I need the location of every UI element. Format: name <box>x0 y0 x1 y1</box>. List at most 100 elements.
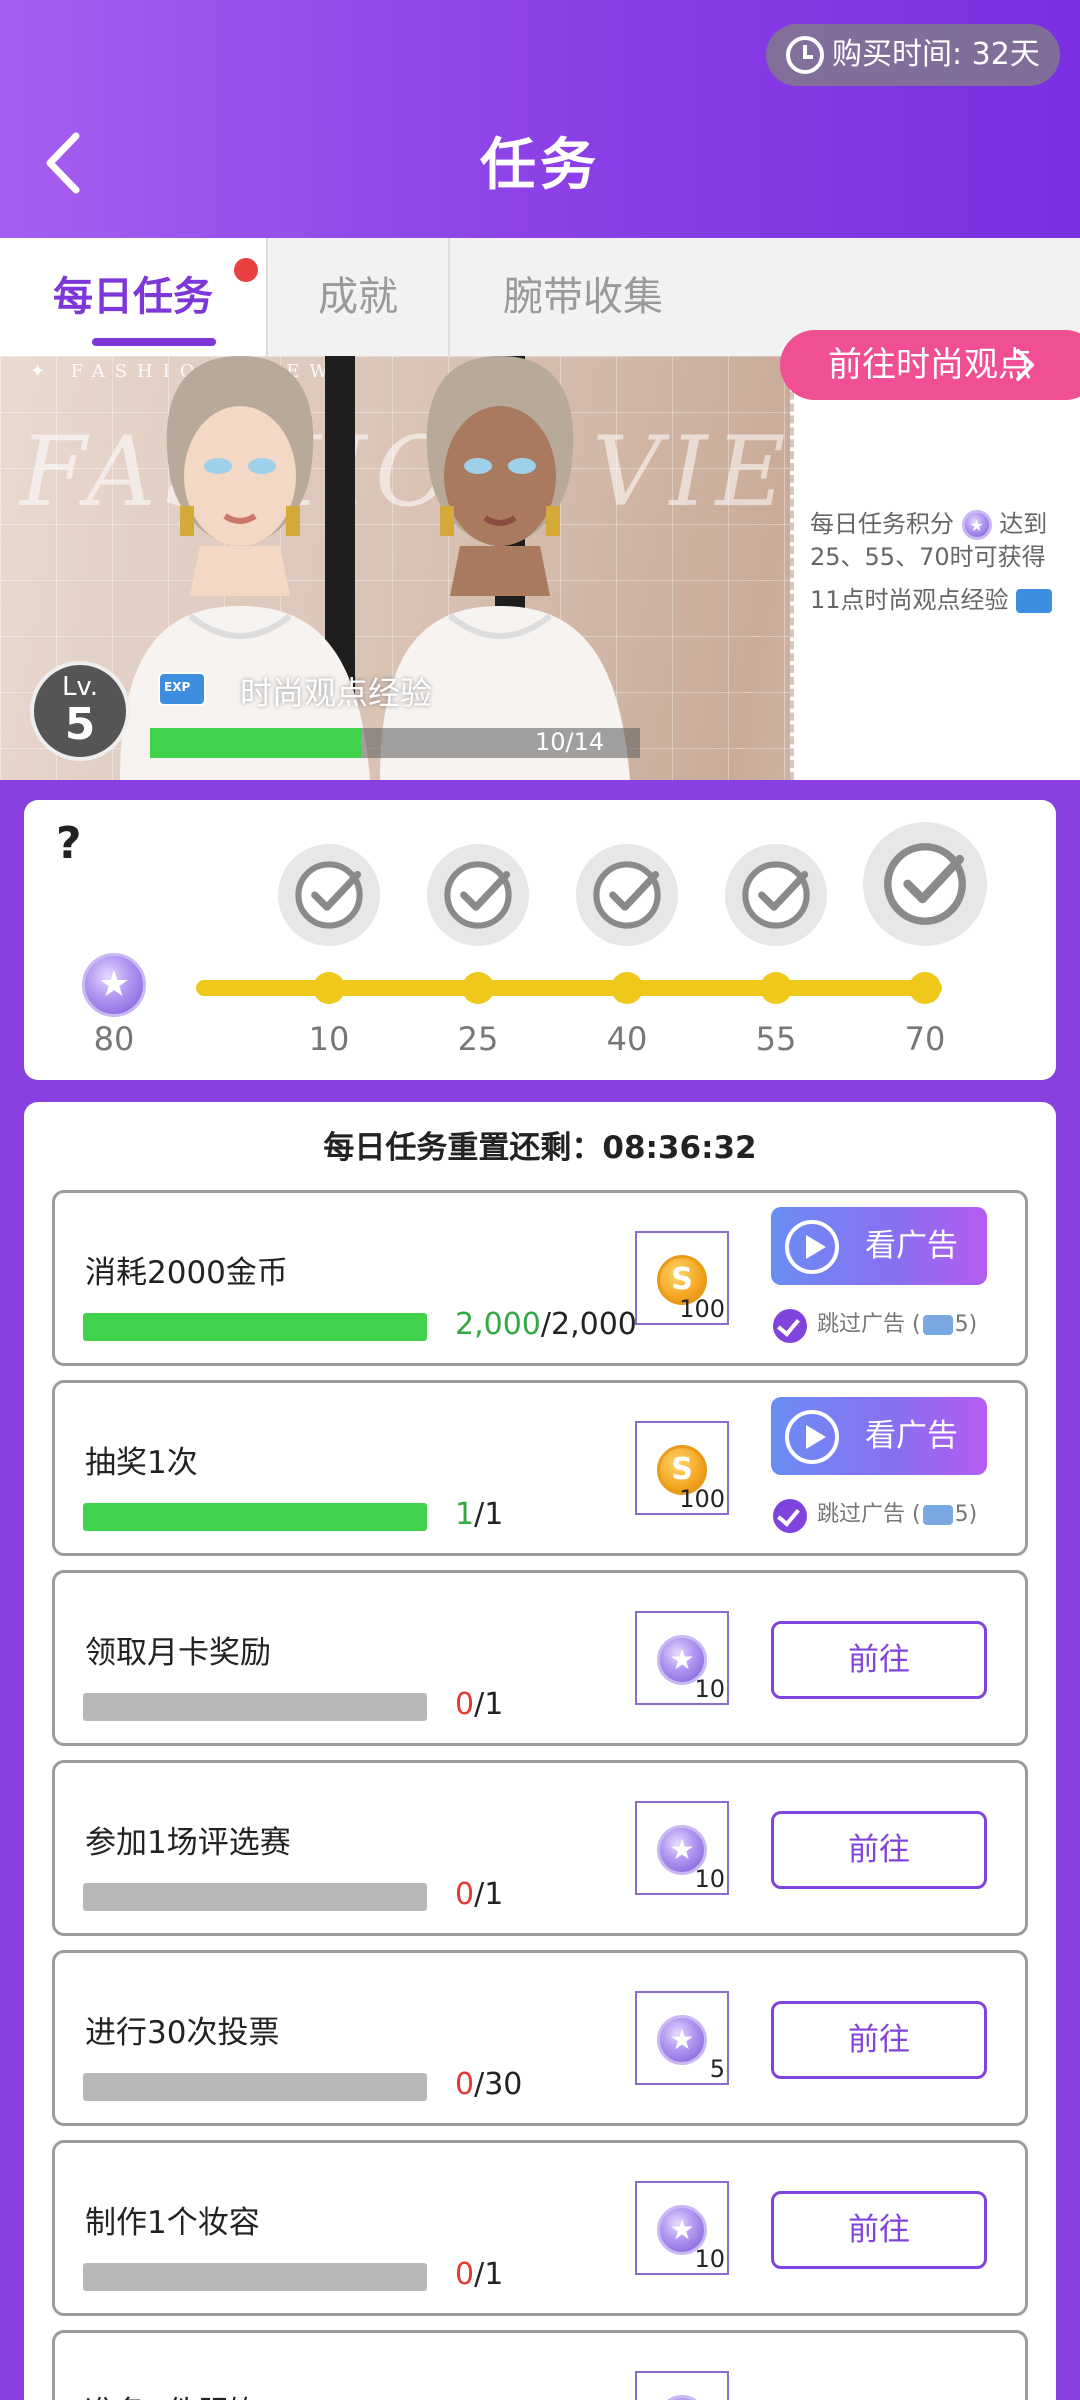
exp-progress-fill <box>150 728 361 758</box>
task-row: 领取月卡奖励 0/1 10 前往 <box>52 1570 1028 1746</box>
task-progress-current: 0 <box>455 2067 475 2102</box>
task-name: 抽奖1次 <box>85 1445 198 1481</box>
task-progress-current: 0 <box>455 2257 475 2292</box>
task-progress-text: 2,000/2,000 <box>455 1307 637 1342</box>
watch-ad-label: 看广告 <box>865 1418 958 1454</box>
banner-info-line2: 25、55、70时可获得 <box>810 543 1046 571</box>
task-progress-total: /1 <box>474 1877 504 1912</box>
task-progress-total: /1 <box>474 1497 504 1532</box>
star-point-icon <box>961 510 992 540</box>
task-row: 消耗2000金币 2,000/2,000 100 看广告跳过广告 ( 5) <box>52 1190 1028 1366</box>
tab-achievements[interactable]: 成就 <box>268 238 448 356</box>
info-line3-text: 11点时尚观点经验 <box>810 586 1009 614</box>
tab-wristband-collection[interactable]: 腕带收集 <box>450 238 716 356</box>
task-progress-text: 0/1 <box>455 2257 503 2292</box>
reward-box: 10 <box>635 2181 729 2275</box>
task-row: 参加1场评选赛 0/1 10 前往 <box>52 1760 1028 1936</box>
milestone-dot <box>313 972 345 1004</box>
task-progress-current: 0 <box>455 1877 475 1912</box>
points-track <box>196 980 942 996</box>
milestone-check-bubble[interactable] <box>863 822 987 946</box>
milestone-check-bubble[interactable] <box>576 844 678 946</box>
task-name: 制作1个妆容 <box>85 2205 260 2241</box>
task-row: 准备1件服饰 <box>52 2330 1028 2400</box>
tab-active-indicator <box>92 338 216 346</box>
check-icon <box>742 861 810 929</box>
reward-box: 10 <box>635 1801 729 1895</box>
skip-ad-cost: 5) <box>954 1502 978 1527</box>
reward-amount: 10 <box>694 1675 725 1703</box>
task-progress-text: 0/1 <box>455 1687 503 1722</box>
task-progress-total: /1 <box>474 2257 504 2292</box>
milestone-label: 10 <box>308 1020 350 1058</box>
task-name: 消耗2000金币 <box>85 1255 288 1291</box>
go-button[interactable]: 前往 <box>771 1811 987 1889</box>
task-progress-bar <box>83 1313 427 1341</box>
fashion-models-illustration <box>120 356 630 780</box>
level-value: 5 <box>64 699 96 750</box>
reward-amount: 100 <box>679 1485 725 1513</box>
milestone-label: 25 <box>457 1020 499 1058</box>
level-label: Lv. <box>61 672 99 702</box>
notification-dot <box>234 258 258 282</box>
help-icon[interactable]: ? <box>56 818 82 869</box>
milestone-label: 40 <box>606 1020 648 1058</box>
task-row: 抽奖1次 1/1 100 看广告跳过广告 ( 5) <box>52 1380 1028 1556</box>
check-icon <box>444 861 512 929</box>
milestone-dot <box>611 972 643 1004</box>
reward-box: 5 <box>635 1991 729 2085</box>
go-button[interactable]: 前往 <box>771 2001 987 2079</box>
tab-label: 每日任务 <box>53 274 213 320</box>
task-progress-text: 0/1 <box>455 1877 503 1912</box>
task-progress-bar <box>83 1503 427 1531</box>
skip-ad-text: 跳过广告 ( 5) <box>773 1307 977 1343</box>
task-progress-bar <box>83 1883 427 1911</box>
reward-amount: 10 <box>694 2245 725 2273</box>
task-progress-current: 1 <box>455 1497 475 1532</box>
task-progress-total: /1 <box>474 1687 504 1722</box>
tab-label: 成就 <box>318 274 398 320</box>
chevron-right-icon <box>1016 349 1034 381</box>
milestone-label: 55 <box>755 1020 797 1058</box>
exp-ticket-icon <box>158 672 206 706</box>
skip-ad-cost: 5) <box>954 1312 978 1337</box>
milestone-check-bubble[interactable] <box>427 844 529 946</box>
info-line1-text: 每日任务积分 <box>810 510 954 538</box>
task-name: 参加1场评选赛 <box>85 1825 291 1861</box>
banner-info-line3: 11点时尚观点经验 <box>810 584 1080 617</box>
play-icon <box>785 1220 839 1274</box>
task-progress-bar <box>83 2073 427 2101</box>
go-button[interactable]: 前往 <box>771 2191 987 2269</box>
tab-label: 腕带收集 <box>503 274 663 320</box>
skip-ad-label: 跳过广告 ( <box>817 1312 921 1337</box>
task-progress-bar <box>83 2263 427 2291</box>
reward-box: 10 <box>635 1611 729 1705</box>
task-progress-total: /2,000 <box>540 1307 637 1342</box>
task-name: 领取月卡奖励 <box>85 1635 271 1671</box>
task-progress-total: /30 <box>474 2067 523 2102</box>
reward-amount: 100 <box>679 1295 725 1323</box>
task-name: 进行30次投票 <box>85 2015 280 2051</box>
check-icon <box>295 861 363 929</box>
milestone-check-bubble[interactable] <box>278 844 380 946</box>
level-badge: Lv. 5 <box>30 661 130 761</box>
skip-ad-label: 跳过广告 ( <box>817 1502 921 1527</box>
page-title: 任务 <box>480 133 600 198</box>
star-point-icon <box>657 2395 707 2400</box>
goto-fashion-views-button[interactable]: 前往时尚观点 <box>780 330 1080 400</box>
watch-ad-label: 看广告 <box>865 1228 958 1264</box>
milestone-dot <box>909 972 941 1004</box>
task-row: 制作1个妆容 0/1 10 前往 <box>52 2140 1028 2316</box>
go-button[interactable]: 前往 <box>771 1621 987 1699</box>
current-points: 80 <box>93 1020 135 1058</box>
task-progress-current: 2,000 <box>455 1307 541 1342</box>
milestone-dot <box>760 972 792 1004</box>
reward-box: 100 <box>635 1421 729 1515</box>
reset-timer: 每日任务重置还剩：08:36:32 <box>323 1130 757 1166</box>
check-icon <box>884 843 966 925</box>
task-progress-current: 0 <box>455 1687 475 1722</box>
clock-icon <box>786 36 824 74</box>
reward-box <box>635 2371 729 2400</box>
milestone-check-bubble[interactable] <box>725 844 827 946</box>
check-icon <box>593 861 661 929</box>
